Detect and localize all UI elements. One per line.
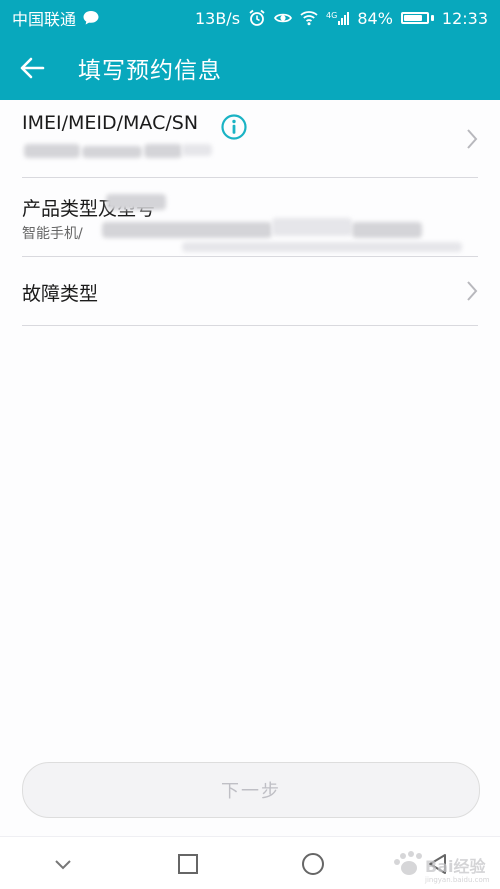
carrier-name: 中国联通 [12,10,77,29]
screen: 中国联通 13B/s 4G 84% 12:33 填写预约信息 IMEI/MEID… [0,0,500,889]
redacted-value [144,144,182,158]
nav-collapse-button[interactable] [33,837,93,889]
network-type: 4G [326,10,338,20]
nav-recents-icon [177,853,198,874]
net-speed: 13B/s [194,8,241,28]
redacted-value [102,222,272,238]
chevron-right-icon [467,129,478,149]
redacted-value [82,146,142,158]
clock: 12:33 [441,8,488,28]
svg-text:Bai经验: Bai经验 [425,857,486,876]
list-item-product-type[interactable]: 产品类型及型号 智能手机/ [22,178,478,257]
nav-home-icon [301,852,324,875]
status-bar: 中国联通 13B/s 4G 84% 12:33 [0,0,500,36]
nav-collapse-icon [54,859,71,869]
eye-icon [274,13,293,23]
battery-percent: 84% [357,8,393,28]
watermark-logo: Bai经验 jingyan.baidu.com [394,851,490,884]
battery-fill [403,15,423,21]
chevron-right-icon [467,281,478,301]
svg-text:jingyan.baidu.com: jingyan.baidu.com [424,876,490,884]
back-button[interactable] [0,36,64,100]
alarm-icon [249,9,265,26]
form-list: IMEI/MEID/MAC/SN 产品类型及型号 智能手机/ 故障类型 [0,100,500,326]
redacted-value [106,194,166,210]
list-item-device-id[interactable]: IMEI/MEID/MAC/SN [22,100,478,178]
fault-type-label: 故障类型 [22,283,99,305]
back-arrow-icon [20,57,45,79]
page-title: 填写预约信息 [78,58,222,84]
signal-icon: 4G [326,10,350,25]
app-bar: 填写预约信息 [0,36,500,100]
status-left: 中国联通 [12,6,100,30]
device-id-label: IMEI/MEID/MAC/SN [22,112,199,134]
next-step-button[interactable]: 下一步 [22,762,480,818]
redacted-value [352,222,422,238]
status-right: 13B/s 4G 84% 12:33 [195,9,488,28]
redacted-value [182,242,462,252]
battery-icon [400,12,434,24]
redacted-value [24,144,80,158]
product-type-value: 智能手机/ [22,226,83,242]
redacted-value [182,144,212,156]
list-item-fault-type[interactable]: 故障类型 [22,257,478,326]
nav-recents-button[interactable] [158,837,218,889]
wifi-icon [300,11,318,26]
info-icon[interactable] [220,113,248,141]
nav-home-button[interactable] [283,837,343,889]
message-icon [83,11,99,25]
redacted-value [272,218,352,236]
